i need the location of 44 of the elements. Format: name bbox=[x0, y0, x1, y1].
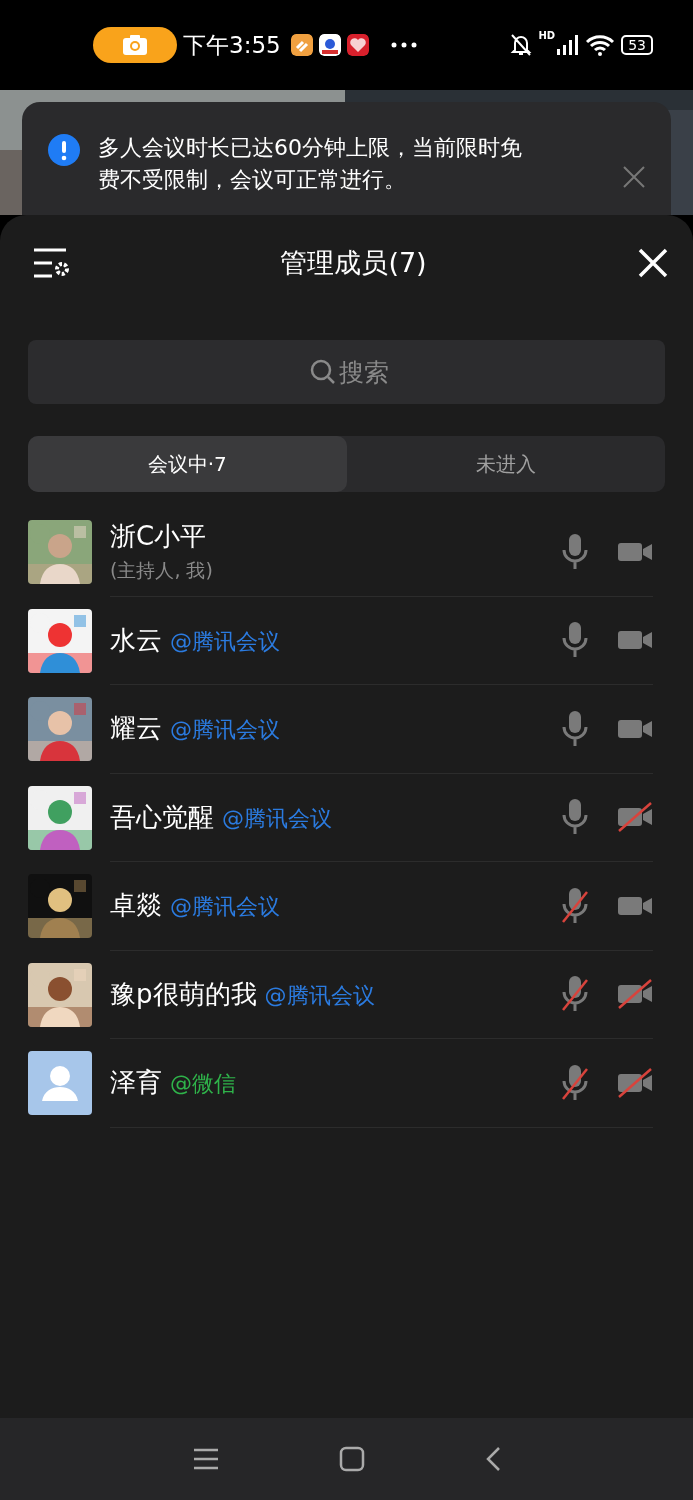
member-name: 水云 bbox=[110, 623, 162, 657]
muted-microphone-icon[interactable] bbox=[561, 885, 589, 926]
member-role: (主持人, 我) bbox=[110, 558, 214, 584]
microphone-icon[interactable] bbox=[561, 531, 589, 572]
microphone-icon[interactable] bbox=[561, 708, 589, 749]
back-icon[interactable] bbox=[484, 1446, 501, 1472]
info-icon bbox=[48, 134, 80, 166]
camera-icon bbox=[122, 34, 148, 56]
member-source: @腾讯会议 bbox=[170, 627, 280, 656]
default-avatar-icon bbox=[28, 1051, 92, 1116]
member-name: 吾心觉醒 bbox=[110, 800, 214, 834]
member-source: @微信 bbox=[170, 1070, 236, 1099]
app-icon bbox=[290, 34, 313, 56]
tab[interactable]: 会议中·7 bbox=[28, 436, 347, 492]
signal-icon bbox=[557, 35, 580, 55]
member-name: 泽育 bbox=[110, 1066, 162, 1100]
camera-off-icon[interactable] bbox=[617, 802, 653, 833]
muted-microphone-icon[interactable] bbox=[561, 1062, 589, 1103]
network-type: HD bbox=[538, 30, 556, 41]
member-source: @腾讯会议 bbox=[170, 716, 280, 745]
member-source: @腾讯会议 bbox=[264, 981, 375, 1010]
camera-off-icon[interactable] bbox=[617, 979, 653, 1010]
wifi-icon bbox=[585, 34, 616, 56]
member-source: @腾讯会议 bbox=[222, 804, 332, 833]
muted-bell-icon bbox=[508, 33, 533, 57]
more-icon bbox=[390, 42, 417, 48]
member-name: 豫p很萌的我 bbox=[110, 977, 257, 1011]
camera-off-icon[interactable] bbox=[617, 1067, 653, 1098]
panel-title: 管理成员(7) bbox=[279, 245, 428, 280]
member-source: @腾讯会议 bbox=[170, 893, 280, 922]
search-icon bbox=[310, 359, 336, 385]
battery-level: 53 bbox=[621, 35, 653, 55]
screen-record-button[interactable] bbox=[93, 27, 177, 63]
home-icon[interactable] bbox=[338, 1446, 365, 1472]
member-name: 卓燚 bbox=[110, 889, 162, 923]
search-field[interactable]: 搜索 bbox=[28, 340, 665, 404]
settings-icon[interactable] bbox=[34, 246, 70, 279]
member-name: 耀云 bbox=[110, 712, 162, 746]
tab[interactable]: 未进入 bbox=[346, 436, 665, 492]
clock: 下午3:55 bbox=[183, 30, 281, 60]
paw-icon bbox=[318, 34, 341, 56]
member-name: 浙C小平 bbox=[110, 520, 207, 554]
notice-text: 多人会议时长已达60分钟上限，当前限时免费不受限制，会议可正常进行。 bbox=[98, 134, 523, 194]
menu-icon[interactable] bbox=[192, 1448, 219, 1470]
